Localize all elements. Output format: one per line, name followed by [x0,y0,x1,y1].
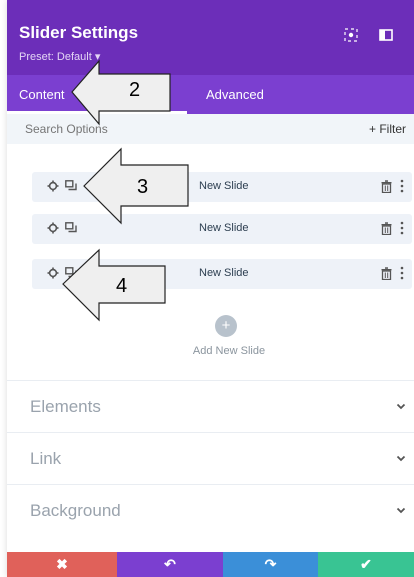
tab-advanced[interactable]: Advanced [206,87,264,102]
callout-number-2: 2 [129,79,141,101]
tab-bar: Content Advanced [7,75,414,114]
callout-number-3: 3 [137,176,149,198]
section-label: Background [30,501,121,520]
cancel-button[interactable]: ✖ [7,552,117,577]
gear-icon[interactable] [47,222,59,234]
slide-label: New Slide [199,180,249,192]
slider-settings-panel: Slider Settings Preset: Default ▾ Conten… [7,0,414,577]
gear-icon[interactable] [47,267,59,279]
chevron-down-icon [396,507,406,514]
trash-icon[interactable] [381,222,392,235]
more-options-icon[interactable] [400,179,404,193]
panel-header: Slider Settings Preset: Default ▾ [7,0,414,75]
panel-title: Slider Settings [19,23,139,42]
add-slide-button[interactable]: + [215,315,237,337]
slide-label: New Slide [199,267,249,279]
section-link[interactable]: Link [7,432,414,485]
duplicate-icon[interactable] [65,222,77,234]
section-background[interactable]: Background [7,484,414,537]
slide-item[interactable]: New Slide [32,172,412,202]
preset-selector[interactable]: Preset: Default ▾ [19,50,100,63]
gear-icon[interactable] [47,180,59,192]
save-button[interactable]: ✔ [318,552,414,577]
chevron-down-icon [396,403,406,410]
section-label: Link [30,449,62,468]
filter-button[interactable]: + Filter [369,122,406,136]
duplicate-icon[interactable] [65,180,77,192]
chevron-down-icon [396,455,406,462]
section-elements[interactable]: Elements [7,380,414,433]
more-options-icon[interactable] [400,221,404,235]
more-options-icon[interactable] [400,266,404,280]
slide-label: New Slide [199,222,249,234]
trash-icon[interactable] [381,267,392,280]
add-slide-label[interactable]: Add New Slide [174,345,284,357]
callout-number-4: 4 [116,275,128,297]
focus-icon[interactable] [344,28,358,42]
trash-icon[interactable] [381,180,392,193]
bottom-action-bar: ✖ ↶ ↷ ✔ [7,552,414,577]
search-bar: + Filter [7,114,414,144]
sidebar-toggle-icon[interactable] [379,28,393,42]
redo-button[interactable]: ↷ [223,552,318,577]
slide-item[interactable]: New Slide [32,214,412,244]
section-label: Elements [30,397,101,416]
undo-button[interactable]: ↶ [117,552,223,577]
tab-content[interactable]: Content [19,87,65,102]
search-input[interactable] [25,120,265,138]
duplicate-icon[interactable] [65,267,77,279]
slide-item[interactable]: New Slide [32,259,412,289]
